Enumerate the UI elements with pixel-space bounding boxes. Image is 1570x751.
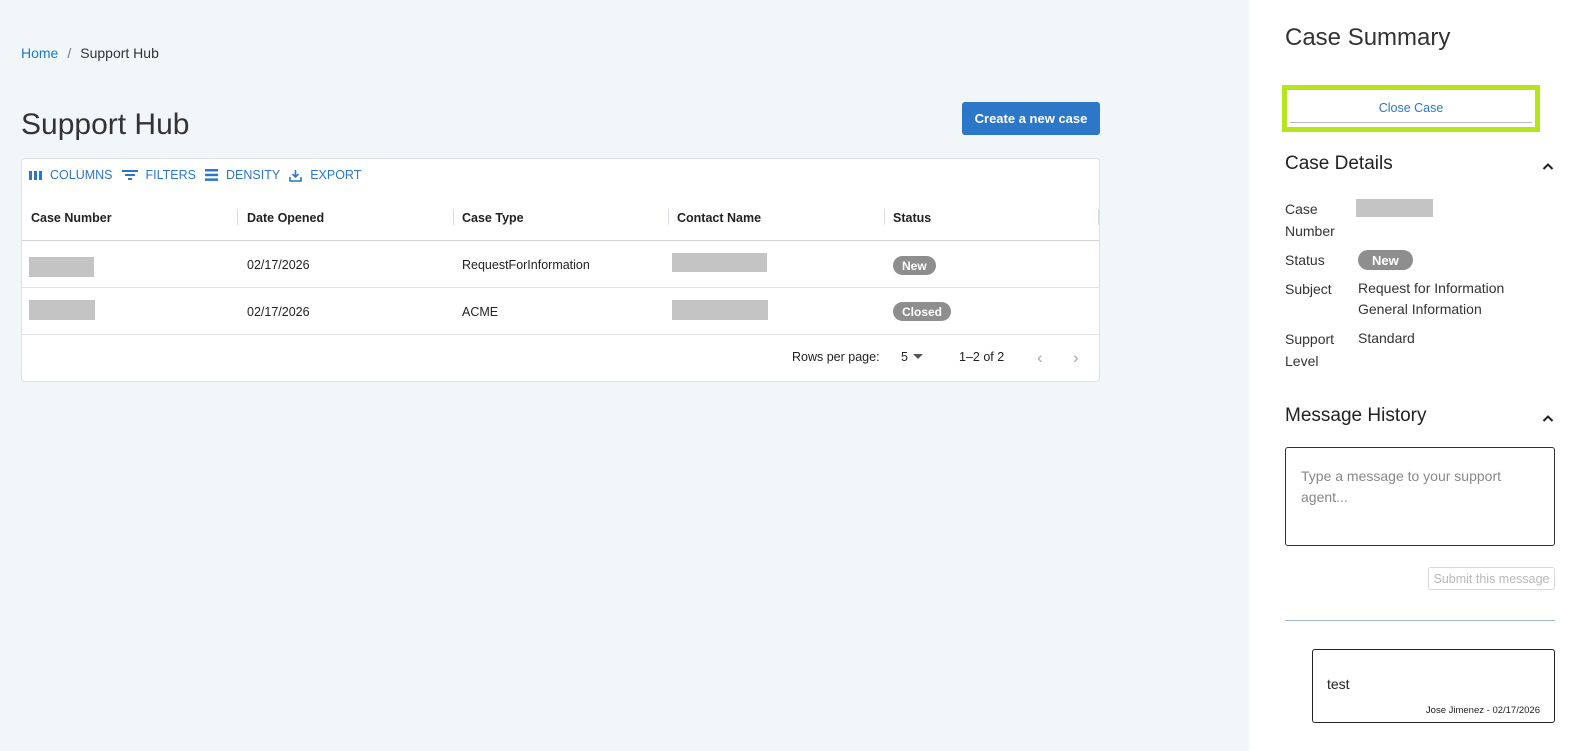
columns-icon [29,170,42,180]
density-icon [205,169,218,181]
status-badge: New [1358,250,1413,270]
header-date-opened[interactable]: Date Opened [247,211,324,225]
case-summary-panel: Case Summary Close Case Case Details Cas… [1249,0,1570,751]
rows-per-page-select[interactable]: 5 [901,350,923,364]
filters-button[interactable]: FILTERS [121,168,196,182]
cases-data-grid: COLUMNS FILTERS DENSITY EXPORT Case Numb… [21,158,1100,382]
message-meta: Jose Jimenez - 02/17/2026 [1425,705,1540,716]
columns-label: COLUMNS [50,168,113,182]
chevron-left-icon[interactable]: ‹ [1037,348,1043,368]
message-input[interactable] [1285,447,1555,546]
redacted-case-number [29,257,94,277]
pagination-range: 1–2 of 2 [959,350,1005,364]
filter-icon [121,170,138,180]
redacted-case-number [1356,199,1433,217]
download-icon [289,169,302,182]
cell-case-type: RequestForInformation [462,258,590,272]
redacted-contact-name [672,300,768,320]
density-button[interactable]: DENSITY [205,168,280,182]
header-case-number[interactable]: Case Number [31,211,112,225]
status-label: Status [1285,252,1325,268]
subject-label: Subject [1285,281,1332,297]
page-title: Support Hub [21,108,190,141]
breadcrumb-current: Support Hub [80,45,159,61]
status-badge: Closed [893,302,952,321]
column-separator[interactable] [237,209,238,225]
redacted-contact-name [672,253,767,272]
cell-date-opened: 02/17/2026 [247,258,310,272]
grid-toolbar: COLUMNS FILTERS DENSITY EXPORT [29,168,370,182]
rows-per-page-label: Rows per page: [792,350,880,364]
message-text: test [1327,676,1350,692]
support-level-label: Support Level [1285,328,1334,372]
breadcrumb-home-link[interactable]: Home [21,45,58,61]
case-number-label: Case Number [1285,198,1335,242]
message-history-heading: Message History [1285,405,1427,426]
subject-value: Request for Information General Informat… [1358,278,1504,320]
support-level-value: Standard [1358,330,1415,346]
close-case-highlight: Close Case [1282,85,1540,132]
table-row[interactable]: 02/17/2026 RequestForInformation New [22,242,1099,288]
case-number-label-line: Case [1285,201,1318,217]
header-case-type[interactable]: Case Type [462,211,524,225]
case-summary-title: Case Summary [1285,24,1451,51]
column-separator[interactable] [1098,209,1099,225]
column-separator[interactable] [668,209,669,225]
table-row[interactable]: 02/17/2026 ACME Closed [22,289,1099,335]
support-level-label-line: Support [1285,331,1335,347]
header-status[interactable]: Status [893,211,931,225]
chevron-up-icon[interactable] [1542,162,1554,170]
support-level-label-line: Level [1285,353,1319,369]
breadcrumb: Home / Support Hub [21,45,159,61]
column-separator[interactable] [884,209,885,225]
create-case-button[interactable]: Create a new case [962,102,1100,135]
caret-down-icon [912,354,923,359]
chevron-right-icon[interactable]: › [1073,348,1079,368]
submit-message-button[interactable]: Submit this message [1428,567,1555,590]
header-contact-name[interactable]: Contact Name [677,211,761,225]
export-label: EXPORT [310,168,362,182]
rows-per-page-value: 5 [901,350,908,364]
divider [1285,620,1555,621]
subject-line: General Information [1358,301,1482,317]
density-label: DENSITY [226,168,281,182]
chevron-up-icon[interactable] [1542,414,1554,422]
redacted-case-number [29,300,95,320]
breadcrumb-separator: / [67,45,72,61]
filters-label: FILTERS [145,168,196,182]
status-badge: New [893,256,936,275]
case-details-heading: Case Details [1285,153,1393,174]
columns-button[interactable]: COLUMNS [29,168,113,182]
cell-case-type: ACME [462,305,499,319]
close-case-button[interactable]: Close Case [1290,93,1532,123]
table-header: Case Number Date Opened Case Type Contac… [22,197,1099,241]
cell-date-opened: 02/17/2026 [247,305,310,319]
subject-line: Request for Information [1358,280,1505,296]
case-number-label-line: Number [1285,223,1335,239]
column-separator[interactable] [453,209,454,225]
export-button[interactable]: EXPORT [289,168,361,182]
message-card: test Jose Jimenez - 02/17/2026 [1312,649,1555,723]
